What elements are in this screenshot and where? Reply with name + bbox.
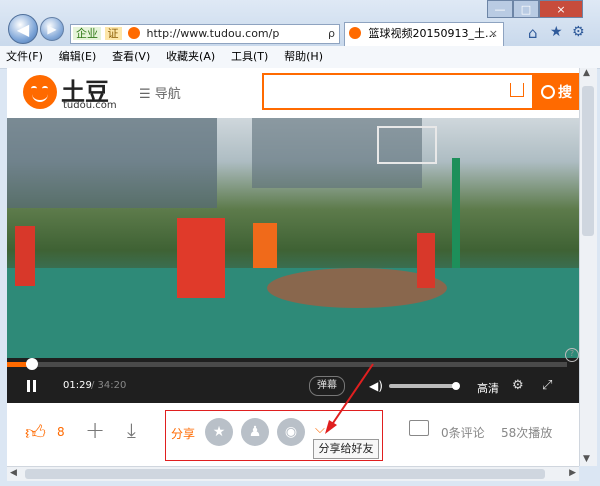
active-tab[interactable]: 篮球视频20150913_土... × [344,22,504,46]
hoop-pole [452,158,460,268]
site-search-input[interactable] [262,73,534,110]
back-arrow-icon: ◀ [16,19,30,39]
progress-handle[interactable] [26,358,39,370]
certificate-icon[interactable]: 证 [104,27,122,40]
progress-track[interactable] [7,362,567,367]
annotation-arrow [325,363,374,434]
menu-file[interactable]: 文件(F) [6,46,43,68]
quality-selector[interactable]: 高清 [477,380,499,396]
scroll-up-icon[interactable]: ▲ [583,68,590,78]
help-icon[interactable]: ? [565,348,579,362]
menu-tools[interactable]: 工具(T) [231,46,268,68]
close-icon: × [556,2,566,16]
nav-menu-link[interactable]: ☰ 导航 [139,83,181,102]
logo-subtext: tudou.com [63,100,117,111]
play-count: 58次播放 [501,426,553,440]
search-button-label: 搜 [558,84,572,101]
menu-help[interactable]: 帮助(H) [284,46,323,68]
player-shirt [177,218,225,298]
home-icon[interactable]: ⌂ [528,24,538,42]
video-frame[interactable] [7,118,579,358]
menu-bar: 文件(F) 编辑(E) 查看(V) 收藏夹(A) 工具(T) 帮助(H) [0,46,600,69]
like-count: 8 [57,425,65,439]
upload-icon[interactable] [510,83,524,97]
add-to-playlist-icon[interactable]: + [85,416,105,444]
volume-slider[interactable] [389,384,459,388]
site-favicon-icon [128,27,140,39]
web-page: 土豆 tudou.com ☰ 导航 搜 01:29 / 34:20 弹幕 ◀) … [7,68,579,466]
address-bar[interactable]: 企业 证 http://www.tudou.com/p ρ [70,24,340,44]
player-settings-icon[interactable]: ⚙ [512,378,524,393]
like-icon[interactable]: 👍︎ [25,420,46,445]
address-prefix: 企业 [73,27,101,40]
player-shirt [253,223,277,268]
menu-edit[interactable]: 编辑(E) [59,46,97,68]
minimize-button[interactable]: — [487,0,513,18]
favorites-icon[interactable]: ★ [550,24,563,40]
player-shirt [15,226,35,286]
comment-icon[interactable] [409,420,429,436]
tudou-logo-icon[interactable] [23,75,57,109]
volume-handle[interactable] [451,382,460,390]
address-url: http://www.tudou.com/p [146,27,280,40]
comment-count[interactable]: 0条评论 [441,424,485,441]
tab-title: 篮球视频20150913_土... [368,27,496,40]
maximize-icon: □ [520,2,532,16]
maximize-button[interactable]: □ [513,0,539,18]
scroll-down-icon[interactable]: ▼ [583,454,590,464]
share-tooltip: 分享给好友 [313,439,379,459]
scroll-left-icon[interactable]: ◀ [10,468,17,478]
menu-view[interactable]: 查看(V) [112,46,150,68]
player-shirt [417,233,435,288]
tab-close-icon[interactable]: × [489,23,498,45]
fullscreen-icon[interactable]: ⤢ [542,378,552,393]
current-time: 01:29 [63,380,92,391]
settings-icon[interactable]: ⚙ [572,24,585,40]
download-icon[interactable]: ⤓ [127,418,136,442]
magnifier-icon [541,84,555,99]
scrollbar-thumb[interactable] [582,86,594,236]
search-icon[interactable]: ρ [328,25,335,43]
back-button[interactable]: ◀ [8,14,38,44]
forward-arrow-icon: ▶ [47,22,57,36]
horizontal-scrollbar[interactable]: ◀ ▶ [7,466,579,481]
backboard [377,126,437,164]
tab-favicon-icon [349,27,361,39]
minimize-icon: — [494,2,506,16]
building-left [7,118,217,208]
close-window-button[interactable]: × [539,0,583,18]
site-search-button[interactable]: 搜 [534,73,579,110]
total-time: / 34:20 [91,380,127,391]
forward-button[interactable]: ▶ [40,17,64,41]
vertical-scrollbar[interactable]: ▲ ▼ [579,68,597,466]
menu-favorites[interactable]: 收藏夹(A) [166,46,215,68]
scroll-right-icon[interactable]: ▶ [569,468,576,478]
hscrollbar-thumb[interactable] [25,469,545,479]
pause-icon[interactable] [27,380,37,392]
